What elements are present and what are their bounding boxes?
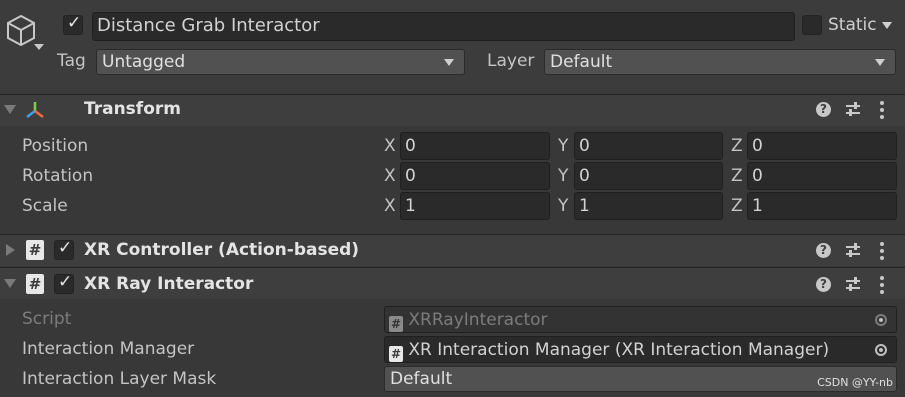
script-field: # XRRayInteractor <box>384 306 897 333</box>
axis-x-label[interactable]: X <box>384 196 396 216</box>
transform-title: Transform <box>84 99 181 119</box>
presets-sliders-icon[interactable] <box>845 242 861 259</box>
interaction-layer-mask-label: Interaction Layer Mask <box>22 369 217 389</box>
static-dropdown-caret-icon[interactable] <box>882 22 892 29</box>
chevron-down-icon <box>875 59 885 66</box>
object-picker-icon[interactable] <box>875 344 887 356</box>
help-icon[interactable]: ? <box>816 277 831 292</box>
script-value: XRRayInteractor <box>408 310 548 330</box>
tag-label: Tag <box>57 51 86 71</box>
check-icon: ✓ <box>58 238 73 258</box>
xr-ray-enabled-checkbox[interactable]: ✓ <box>54 272 74 294</box>
axis-x-label[interactable]: X <box>384 136 396 156</box>
object-picker-icon <box>875 314 887 326</box>
tag-dropdown[interactable]: Untagged <box>96 49 465 75</box>
static-label[interactable]: Static <box>828 15 877 35</box>
interaction-manager-field[interactable]: # XR Interaction Manager (XR Interaction… <box>384 336 897 363</box>
xr-controller-title: XR Controller (Action-based) <box>84 240 360 260</box>
scale-label: Scale <box>22 196 68 216</box>
interaction-manager-label: Interaction Manager <box>22 339 195 359</box>
position-y-field[interactable]: 0 <box>574 132 723 160</box>
layer-dropdown[interactable]: Default <box>544 49 896 75</box>
position-x-field[interactable]: 0 <box>400 132 550 160</box>
check-icon: ✓ <box>67 13 82 33</box>
presets-sliders-icon[interactable] <box>845 101 861 118</box>
axis-y-label[interactable]: Y <box>558 196 568 216</box>
layer-value: Default <box>550 52 613 72</box>
axis-z-label[interactable]: Z <box>731 166 743 186</box>
scale-z-field[interactable]: 1 <box>747 192 897 220</box>
active-checkbox[interactable]: ✓ <box>63 13 83 35</box>
interaction-layer-mask-value: Default <box>390 369 453 389</box>
watermark: CSDN @YY-nb <box>817 376 893 389</box>
axis-z-label[interactable]: Z <box>731 196 743 216</box>
foldout-collapsed-icon[interactable] <box>6 244 15 256</box>
context-menu-kebab-icon[interactable] <box>880 101 884 122</box>
position-label: Position <box>22 136 89 156</box>
axis-y-label[interactable]: Y <box>558 166 568 186</box>
help-icon[interactable]: ? <box>816 102 831 117</box>
scale-y-field[interactable]: 1 <box>574 192 723 220</box>
object-name-field[interactable]: Distance Grab Interactor <box>92 12 795 41</box>
interaction-manager-value: XR Interaction Manager (XR Interaction M… <box>408 340 830 360</box>
script-hash-icon: # <box>26 274 44 294</box>
script-label: Script <box>22 309 72 329</box>
script-hash-icon: # <box>26 240 44 260</box>
axis-x-label[interactable]: X <box>384 166 396 186</box>
script-hash-icon: # <box>389 316 403 332</box>
rotation-y-field[interactable]: 0 <box>574 162 723 190</box>
position-z-field[interactable]: 0 <box>747 132 897 160</box>
chevron-down-icon <box>444 59 454 66</box>
icon-dropdown-caret-icon[interactable] <box>34 44 44 50</box>
context-menu-kebab-icon[interactable] <box>880 276 884 297</box>
rotation-label: Rotation <box>22 166 94 186</box>
layer-label: Layer <box>487 51 535 71</box>
xr-controller-enabled-checkbox[interactable]: ✓ <box>54 238 74 260</box>
scale-x-field[interactable]: 1 <box>400 192 550 220</box>
rotation-x-field[interactable]: 0 <box>400 162 550 190</box>
xr-ray-title: XR Ray Interactor <box>84 274 254 294</box>
presets-sliders-icon[interactable] <box>845 276 861 293</box>
script-hash-icon: # <box>389 346 403 362</box>
static-checkbox[interactable] <box>802 15 822 35</box>
check-icon: ✓ <box>58 272 73 292</box>
context-menu-kebab-icon[interactable] <box>880 242 884 263</box>
foldout-expanded-icon[interactable] <box>4 279 16 288</box>
transform-axes-icon <box>26 102 44 118</box>
foldout-expanded-icon[interactable] <box>4 105 16 114</box>
axis-z-label[interactable]: Z <box>731 136 743 156</box>
axis-y-label[interactable]: Y <box>558 136 568 156</box>
tag-value: Untagged <box>102 52 186 72</box>
help-icon[interactable]: ? <box>816 243 831 258</box>
rotation-z-field[interactable]: 0 <box>747 162 897 190</box>
